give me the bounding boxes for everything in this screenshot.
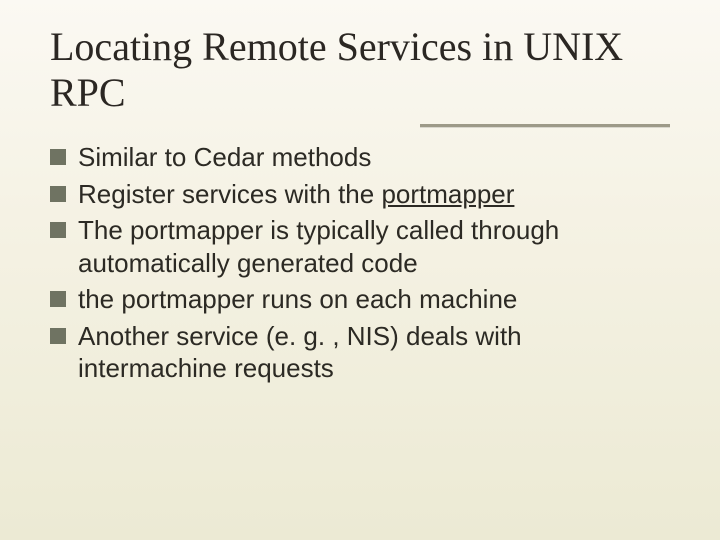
list-item: the portmapper runs on each machine (50, 283, 670, 316)
list-item-text: The portmapper is typically called throu… (78, 214, 670, 279)
bullet-icon (50, 186, 66, 202)
slide: Locating Remote Services in UNIX RPC Sim… (0, 0, 720, 540)
bullet-icon (50, 291, 66, 307)
list-item: Similar to Cedar methods (50, 141, 670, 174)
bullet-icon (50, 222, 66, 238)
list-item: The portmapper is typically called throu… (50, 214, 670, 279)
title-divider (50, 124, 670, 127)
list-item-text: Register services with the portmapper (78, 178, 670, 211)
bullet-icon (50, 328, 66, 344)
list-item-text: Similar to Cedar methods (78, 141, 670, 174)
list-item: Register services with the portmapper (50, 178, 670, 211)
list-item: Another service (e. g. , NIS) deals with… (50, 320, 670, 385)
bullet-list: Similar to Cedar methods Register servic… (50, 141, 670, 385)
list-item-text: Another service (e. g. , NIS) deals with… (78, 320, 670, 385)
bullet-icon (50, 149, 66, 165)
slide-title: Locating Remote Services in UNIX RPC (50, 24, 670, 116)
list-item-text: the portmapper runs on each machine (78, 283, 670, 316)
